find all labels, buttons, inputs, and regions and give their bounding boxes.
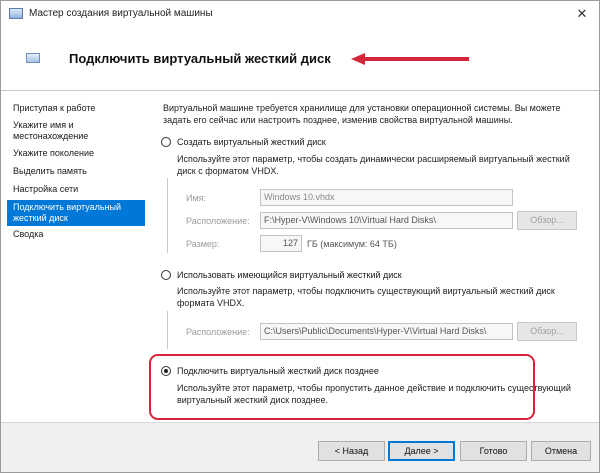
nav-step-generation[interactable]: Укажите поколение [7, 148, 145, 159]
option-existing-label: Использовать имеющийся виртуальный жестк… [177, 270, 402, 280]
name-label: Имя: [186, 193, 207, 203]
wizard-window: Мастер создания виртуальной машины ✕ Под… [0, 0, 600, 473]
finish-button[interactable]: Готово [460, 441, 527, 461]
hyper-v-app-icon [9, 8, 23, 19]
wizard-footer: < Назад Далее > Готово Отмена [1, 422, 599, 472]
option-create-label: Создать виртуальный жесткий диск [177, 137, 326, 147]
annotation-highlight-frame [149, 354, 535, 420]
hard-disk-icon [26, 53, 40, 63]
option-create-description: Используйте этот параметр, чтобы создать… [177, 154, 570, 176]
option-existing-vhd[interactable]: Использовать имеющийся виртуальный жестк… [161, 270, 402, 280]
radio-existing-vhd[interactable] [161, 270, 171, 280]
cancel-button[interactable]: Отмена [531, 441, 591, 461]
name-input[interactable]: Windows 10.vhdx [260, 189, 513, 206]
create-group-divider [167, 178, 168, 253]
wizard-steps-nav: Приступая к работе Укажите имя и местона… [1, 92, 151, 422]
next-button[interactable]: Далее > [388, 441, 455, 461]
nav-step-network[interactable]: Настройка сети [7, 184, 145, 195]
option-create-vhd[interactable]: Создать виртуальный жесткий диск [161, 137, 326, 147]
window-title: Мастер создания виртуальной машины [29, 8, 213, 19]
location-label-existing: Расположение: [186, 327, 250, 337]
browse-button-create[interactable]: Обзор... [517, 211, 577, 230]
title-bar: Мастер создания виртуальной машины ✕ [1, 1, 599, 27]
page-title: Подключить виртуальный жесткий диск [69, 51, 331, 66]
size-label: Размер: [186, 239, 220, 249]
nav-step-name-location[interactable]: Укажите имя и местонахождение [7, 120, 145, 142]
existing-group-divider [167, 311, 168, 349]
nav-step-summary[interactable]: Сводка [7, 229, 145, 240]
location-label-create: Расположение: [186, 216, 250, 226]
wizard-header: Подключить виртуальный жесткий диск [1, 27, 599, 91]
size-input[interactable]: 127 [260, 235, 302, 252]
annotation-arrow-icon [351, 53, 469, 65]
back-button[interactable]: < Назад [318, 441, 385, 461]
close-button[interactable]: ✕ [573, 5, 591, 23]
browse-button-existing[interactable]: Обзор... [517, 322, 577, 341]
nav-step-memory[interactable]: Выделить память [7, 166, 145, 177]
size-unit-label: ГБ (максимум: 64 ТБ) [307, 239, 397, 249]
nav-step-connect-vhd[interactable]: Подключить виртуальный жесткий диск [7, 200, 145, 226]
radio-create-vhd[interactable] [161, 137, 171, 147]
nav-step-getting-started[interactable]: Приступая к работе [7, 103, 145, 114]
location-input-create[interactable]: F:\Hyper-V\Windows 10\Virtual Hard Disks… [260, 212, 513, 229]
option-existing-description: Используйте этот параметр, чтобы подключ… [177, 286, 555, 308]
intro-text: Виртуальной машине требуется хранилище д… [163, 103, 561, 125]
location-input-existing[interactable]: C:\Users\Public\Documents\Hyper-V\Virtua… [260, 323, 513, 340]
